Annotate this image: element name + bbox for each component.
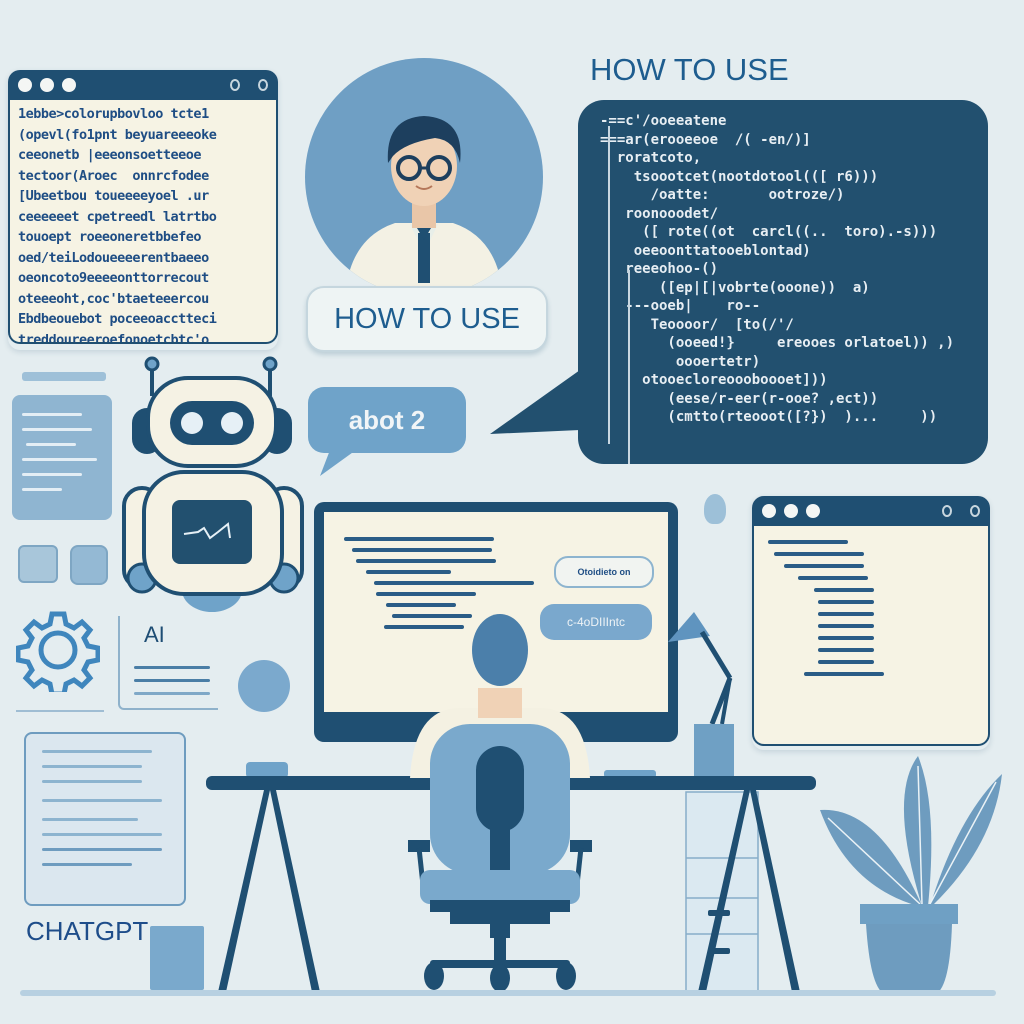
code-line: ---ooeb| ro-- — [600, 298, 761, 314]
person-icon — [345, 116, 503, 296]
chatgpt-label: CHATGPT — [26, 916, 149, 946]
code-line: touoept roeeoneretbbefeo — [18, 229, 202, 245]
robot-icon — [122, 356, 304, 612]
code-line: Teoooor/ [to(/'/ — [600, 316, 794, 333]
floor-line — [20, 990, 996, 996]
document-card — [24, 732, 186, 906]
ai-card-label: AI — [144, 622, 165, 647]
code-line: 1ebbe>colorupbovloo tcte1 — [18, 106, 209, 122]
code-line: oteeeoht,coc'btaeteeercou — [18, 290, 209, 307]
chat-bubble-tail — [320, 450, 356, 476]
avatar-circle — [305, 58, 543, 296]
code-line: ceeonetb |eeeonsoetteeoe — [18, 147, 202, 163]
code-line: oeeoonttatooeblontad) — [600, 242, 811, 259]
code-line: tectoor(Aroec onnrcfodee — [18, 167, 209, 184]
window-minimize-dot[interactable] — [784, 504, 798, 518]
code-panel-right: -==c'/ooeeatene ===ar(erooeeoe /( -en/)] … — [578, 100, 988, 464]
code-line: ===ar(erooeeoe /( -en/)] — [600, 131, 811, 148]
bug-icon — [704, 494, 726, 524]
window-titlebar — [752, 496, 990, 526]
code-line: -==c'/ooeeatene — [600, 113, 727, 129]
code-line: roonooodet/ — [600, 205, 719, 222]
code-line: (opevl(fo1pnt beyuareeeoke — [18, 126, 217, 143]
code-line: oed/teiLodoueeeerentbaeeo — [18, 249, 209, 266]
window-maximize-dot[interactable] — [62, 78, 76, 92]
code-indent-guide — [608, 126, 610, 444]
code-line: reeeohoo-() — [600, 261, 719, 277]
code-line: ceeeeeet cpetreedl latrtbo — [18, 208, 217, 225]
browser-window-right — [752, 496, 990, 750]
code-panel-tail — [490, 370, 580, 434]
toolbar-dots — [22, 372, 106, 381]
lamp-icon — [668, 612, 734, 776]
trash-bin — [150, 926, 204, 990]
code-line: oeoncoto9eeeeonttorrecout — [18, 270, 209, 286]
code-window-body: 1ebbe>colorupbovloo tcte1 (opevl(fo1pnt b… — [8, 100, 278, 344]
code-line: (ooeed!} ereooes orlatoel)) ,) — [600, 335, 955, 351]
divider — [16, 710, 104, 712]
gear-icon — [16, 611, 100, 692]
page-title: HOW TO USE — [590, 52, 789, 87]
browser-body — [752, 526, 990, 746]
code-line: ([ep|[|vobrte(ooone)) a) — [600, 279, 870, 296]
window-close-dot[interactable] — [18, 78, 32, 92]
window-settings-icon[interactable] — [258, 79, 268, 91]
ai-card: AI — [118, 616, 218, 710]
code-line: [Ubeetbou toueeeeyoel .ur — [18, 188, 209, 204]
code-line: (cmtto(rteooot([?}) )... )) — [600, 409, 938, 425]
how-to-use-button[interactable]: HOW TO USE — [306, 286, 548, 352]
window-titlebar — [8, 70, 278, 100]
brain-icon — [238, 660, 290, 712]
folder-icon — [70, 545, 108, 585]
code-window-left: 1ebbe>colorupbovloo tcte1 (opevl(fo1pnt b… — [8, 70, 278, 350]
text-card-blue — [12, 395, 112, 520]
code-line: roratcoto, — [600, 150, 702, 166]
code-indent-guide — [628, 270, 630, 464]
how-to-use-label: HOW TO USE — [334, 302, 520, 335]
code-line: /oatte: ootroze/) — [600, 187, 845, 203]
window-maximize-dot[interactable] — [806, 504, 820, 518]
chat-bubble[interactable]: abot 2 — [308, 387, 466, 453]
code-line: treddoureeroefonoetcbtc'o — [18, 331, 209, 344]
monitor-button-1-label: Otoidieto on — [577, 567, 631, 577]
window-pin-icon[interactable] — [230, 79, 240, 91]
code-line: (eese/r-eer(r-ooe? ,ect)) — [600, 390, 879, 407]
code-line: oooertetr) — [600, 353, 761, 370]
office-chair-icon — [408, 614, 592, 992]
window-minimize-dot[interactable] — [40, 78, 54, 92]
code-line: Ebdbeouebot poceeoacctteci — [18, 311, 217, 327]
code-line: tsoootcet(nootdotool(([ r6))) — [600, 168, 879, 185]
code-line: otooecloreoooboooet])) — [600, 372, 828, 388]
plant-icon — [820, 756, 1002, 994]
printer-icon — [18, 545, 58, 583]
window-pin-icon[interactable] — [942, 505, 952, 517]
code-line: ([ rote((ot carcl((.. toro).-s))) — [600, 224, 938, 240]
monitor-button-1[interactable]: Otoidieto on — [554, 556, 654, 588]
chat-bubble-text: abot 2 — [348, 404, 426, 435]
window-settings-icon[interactable] — [970, 505, 980, 517]
window-close-dot[interactable] — [762, 504, 776, 518]
